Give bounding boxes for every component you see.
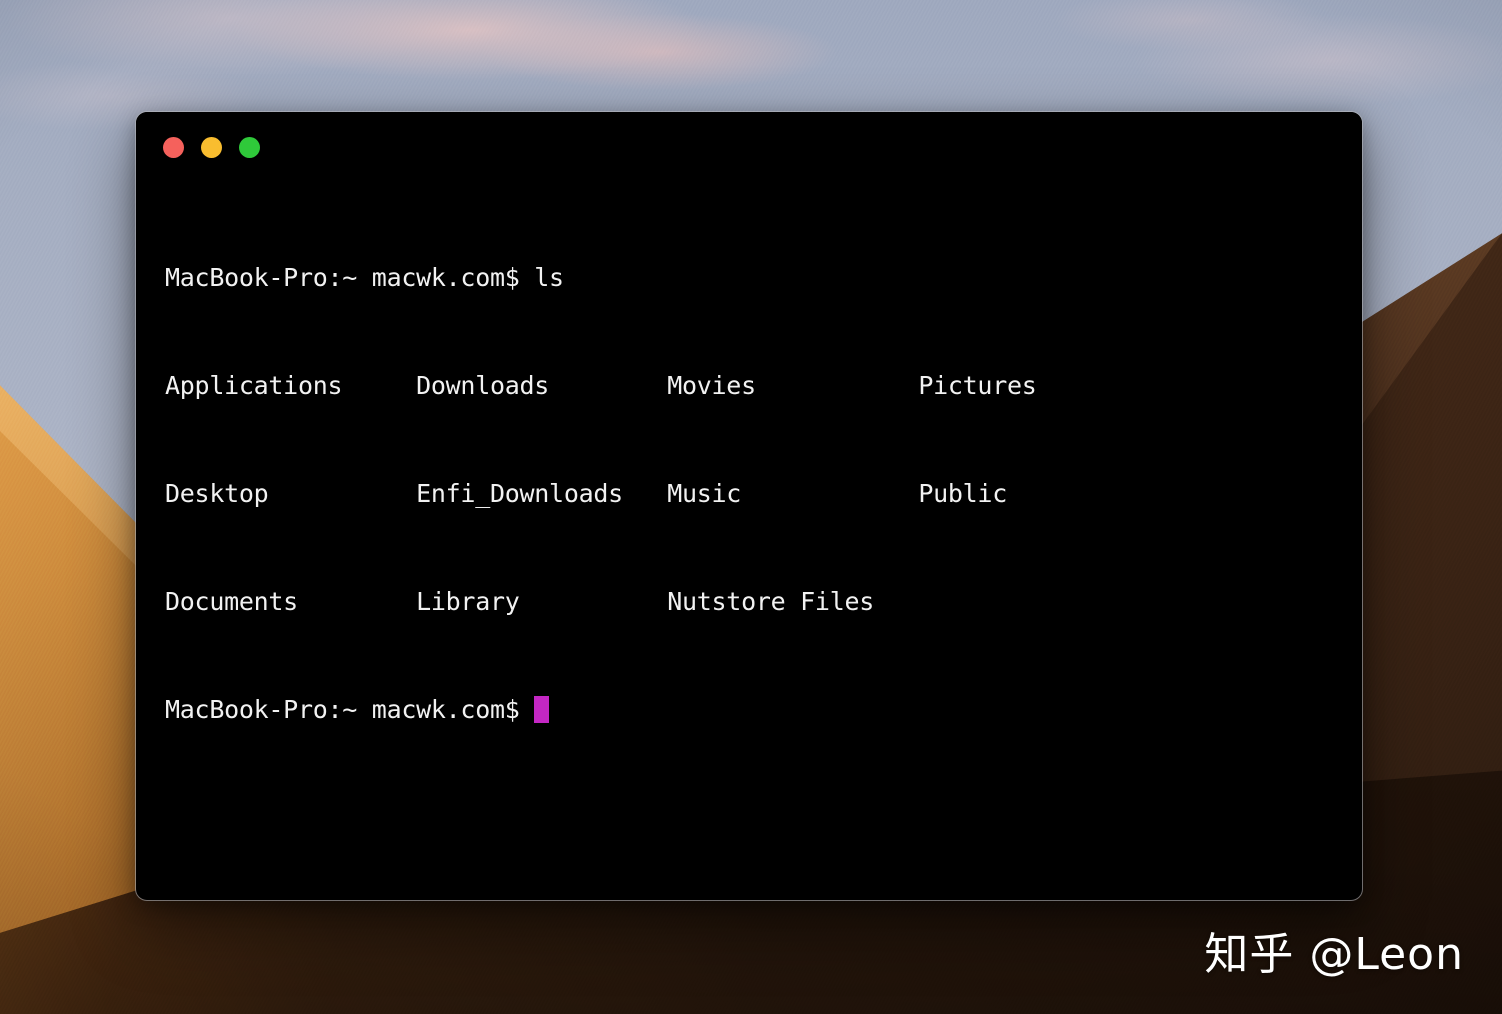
window-controls <box>163 137 260 158</box>
desktop: MacBook-Pro:~ macwk.com$ ls Applications… <box>0 0 1502 1014</box>
window-titlebar[interactable] <box>136 112 1362 188</box>
terminal-prompt-text: MacBook-Pro:~ macwk.com$ <box>165 695 535 724</box>
terminal-window[interactable]: MacBook-Pro:~ macwk.com$ ls Applications… <box>136 112 1362 900</box>
terminal-line-listing-3: Documents Library Nutstore Files <box>165 587 875 616</box>
terminal-prompt-line[interactable]: MacBook-Pro:~ macwk.com$ <box>165 692 1362 728</box>
watermark-label: 知乎 @Leon <box>1204 929 1464 980</box>
terminal-line-command: MacBook-Pro:~ macwk.com$ ls <box>165 263 564 292</box>
terminal-line-listing-1: Applications Downloads Movies Pictures <box>165 371 1037 400</box>
close-button[interactable] <box>163 137 184 158</box>
minimize-button[interactable] <box>201 137 222 158</box>
terminal-line-listing-2: Desktop Enfi_Downloads Music Public <box>165 479 1007 508</box>
terminal-output-area[interactable]: MacBook-Pro:~ macwk.com$ ls Applications… <box>136 188 1362 800</box>
zoom-button[interactable] <box>239 137 260 158</box>
terminal-cursor <box>534 696 549 723</box>
